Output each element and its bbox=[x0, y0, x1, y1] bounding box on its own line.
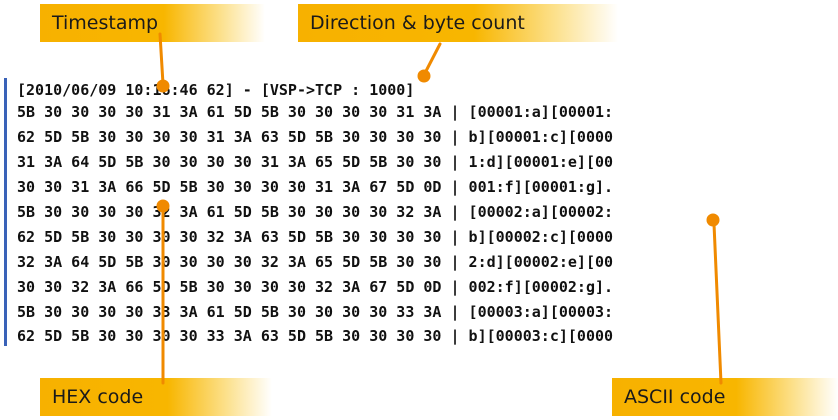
ascii-code: [00002:a][00002: bbox=[468, 203, 614, 221]
direction-leader bbox=[423, 42, 442, 75]
hex-code-callout-label: HEX code bbox=[52, 386, 144, 408]
hex-code: 62 5D 5B 30 30 30 30 31 3A 63 5D 5B 30 3… bbox=[17, 128, 442, 146]
hex-code-callout: HEX code bbox=[40, 378, 272, 416]
log-row: 5B 30 30 30 30 32 3A 61 5D 5B 30 30 30 3… bbox=[17, 202, 613, 222]
column-separator: | bbox=[441, 153, 469, 171]
column-separator: | bbox=[441, 128, 469, 146]
log-row: 62 5D 5B 30 30 30 30 31 3A 63 5D 5B 30 3… bbox=[17, 127, 613, 147]
log-header: [2010/06/09 10:16:46 62] - [VSP->TCP : 1… bbox=[17, 81, 415, 99]
ascii-code: 1:d][00001:e][00 bbox=[468, 153, 614, 171]
hex-code: 32 3A 64 5D 5B 30 30 30 30 32 3A 65 5D 5… bbox=[17, 253, 442, 271]
timestamp-callout-label: Timestamp bbox=[52, 12, 159, 34]
log-row: 30 30 32 3A 66 5D 5B 30 30 30 30 32 3A 6… bbox=[17, 277, 613, 297]
direction-callout: Direction & byte count bbox=[298, 4, 618, 42]
column-separator: | bbox=[441, 228, 469, 246]
ascii-code-callout: ASCII code bbox=[612, 378, 838, 416]
log-row: 5B 30 30 30 30 31 3A 61 5D 5B 30 30 30 3… bbox=[17, 102, 613, 122]
ascii-code: 2:d][00002:e][00 bbox=[468, 253, 614, 271]
column-separator: | bbox=[441, 203, 469, 221]
column-separator: | bbox=[441, 278, 469, 296]
hex-code: 30 30 32 3A 66 5D 5B 30 30 30 30 32 3A 6… bbox=[17, 278, 442, 296]
data-log-panel: [2010/06/09 10:16:46 62] - [VSP->TCP : 1… bbox=[4, 78, 838, 346]
column-separator: | bbox=[441, 303, 469, 321]
hex-code: 5B 30 30 30 30 31 3A 61 5D 5B 30 30 30 3… bbox=[17, 103, 442, 121]
column-separator: | bbox=[441, 178, 469, 196]
ascii-code-callout-label: ASCII code bbox=[624, 386, 726, 408]
log-row: 5B 30 30 30 30 33 3A 61 5D 5B 30 30 30 3… bbox=[17, 302, 613, 322]
hex-code: 62 5D 5B 30 30 30 30 33 3A 63 5D 5B 30 3… bbox=[17, 327, 442, 345]
hex-code: 5B 30 30 30 30 33 3A 61 5D 5B 30 30 30 3… bbox=[17, 303, 442, 321]
ascii-code: [00001:a][00001: bbox=[468, 103, 614, 121]
log-row: 30 30 31 3A 66 5D 5B 30 30 30 30 31 3A 6… bbox=[17, 177, 613, 197]
hex-code: 31 3A 64 5D 5B 30 30 30 30 31 3A 65 5D 5… bbox=[17, 153, 442, 171]
hex-code: 62 5D 5B 30 30 30 30 32 3A 63 5D 5B 30 3… bbox=[17, 228, 442, 246]
log-row: 62 5D 5B 30 30 30 30 33 3A 63 5D 5B 30 3… bbox=[17, 326, 613, 346]
hex-code: 30 30 31 3A 66 5D 5B 30 30 30 30 31 3A 6… bbox=[17, 178, 442, 196]
ascii-code: 002:f][00002:g]. bbox=[468, 278, 614, 296]
column-separator: | bbox=[441, 327, 469, 345]
ascii-code: b][00003:c][0000 bbox=[468, 327, 614, 345]
log-row: 32 3A 64 5D 5B 30 30 30 30 32 3A 65 5D 5… bbox=[17, 252, 613, 272]
direction-callout-label: Direction & byte count bbox=[310, 12, 525, 34]
ascii-code: 001:f][00001:g]. bbox=[468, 178, 614, 196]
ascii-code: b][00001:c][0000 bbox=[468, 128, 614, 146]
column-separator: | bbox=[441, 253, 469, 271]
ascii-code: [00003:a][00003: bbox=[468, 303, 614, 321]
log-row: 31 3A 64 5D 5B 30 30 30 30 31 3A 65 5D 5… bbox=[17, 152, 613, 172]
timestamp-callout: Timestamp bbox=[40, 4, 265, 42]
hex-code: 5B 30 30 30 30 32 3A 61 5D 5B 30 30 30 3… bbox=[17, 203, 442, 221]
log-row: 62 5D 5B 30 30 30 30 32 3A 63 5D 5B 30 3… bbox=[17, 227, 613, 247]
column-separator: | bbox=[441, 103, 469, 121]
ascii-code: b][00002:c][0000 bbox=[468, 228, 614, 246]
